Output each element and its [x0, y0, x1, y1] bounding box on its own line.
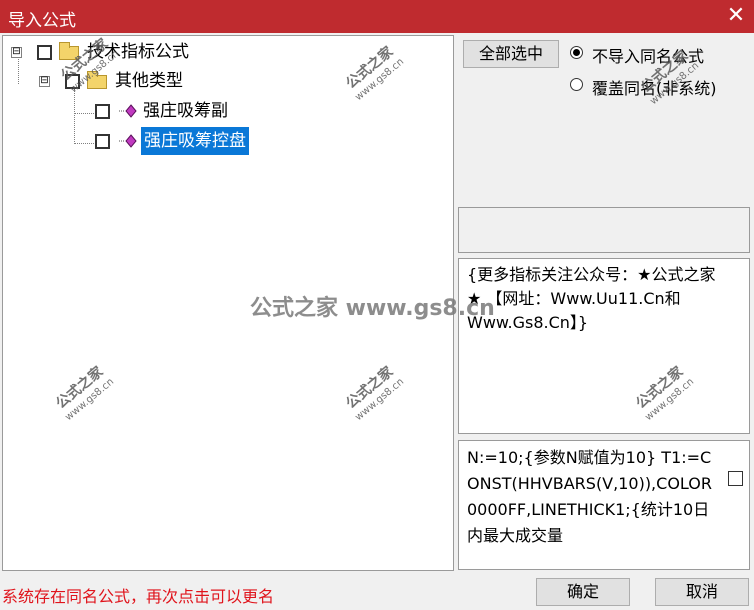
formula-code-text: N:=10;{参数N赋值为10} T1:=CONST(HHVBARS(V,10)…	[467, 448, 712, 545]
collapse-icon[interactable]: ⊟	[11, 47, 22, 58]
radio-skip-same-name-label[interactable]: 不导入同名公式	[592, 43, 704, 67]
folder-icon	[87, 71, 107, 89]
radio-skip-same-name[interactable]	[570, 46, 583, 59]
tree-node-formula[interactable]: 强庄吸筹控盘	[3, 127, 403, 155]
tree-node-formula[interactable]: 强庄吸筹副	[3, 97, 403, 125]
formula-icon	[119, 134, 137, 148]
tree-node-group-label: 其他类型	[115, 71, 183, 91]
code-option-checkbox[interactable]	[728, 471, 743, 486]
tree-node-formula-checkbox[interactable]	[95, 134, 110, 149]
formula-code-box[interactable]: N:=10;{参数N赋值为10} T1:=CONST(HHVBARS(V,10)…	[458, 440, 750, 570]
description-text: {更多指标关注公众号：★公式之家★ 【网址：Www.Uu11.Cn和Www.Gs…	[467, 265, 716, 332]
collapse-icon[interactable]: ⊟	[39, 76, 50, 87]
description-box: {更多指标关注公众号：★公式之家★ 【网址：Www.Uu11.Cn和Www.Gs…	[458, 258, 750, 434]
tree-node-formula-checkbox[interactable]	[95, 104, 110, 119]
tree-node-root-checkbox[interactable]	[37, 45, 52, 60]
window-title: 导入公式	[8, 11, 76, 31]
tree-node-group-checkbox[interactable]	[65, 74, 80, 89]
tree-node-group[interactable]: ⊟ 其他类型	[3, 67, 403, 95]
status-message: 系统存在同名公式，再次点击可以更名	[2, 587, 275, 606]
radio-overwrite-same-name-label[interactable]: 覆盖同名(非系统)	[592, 75, 717, 99]
select-all-button[interactable]: 全部选中	[463, 40, 559, 68]
tree-node-root-label: 技术指标公式	[87, 42, 189, 62]
formula-icon	[119, 104, 137, 118]
close-icon[interactable]: ✕	[724, 3, 748, 29]
tree-node-formula-label: 强庄吸筹副	[143, 101, 228, 121]
tree-node-root[interactable]: ⊟ 技术指标公式	[3, 38, 403, 66]
radio-overwrite-same-name[interactable]	[570, 78, 583, 91]
tree-node-formula-label-selected: 强庄吸筹控盘	[141, 127, 249, 155]
title-bar: 导入公式 ✕	[0, 0, 754, 33]
formula-tree[interactable]: ⊟ 技术指标公式 ⊟ 其他类型 强庄吸筹副 强庄吸筹控盘	[2, 35, 454, 571]
cancel-button[interactable]: 取消	[655, 578, 749, 606]
ok-button[interactable]: 确定	[536, 578, 630, 606]
info-field	[458, 207, 750, 253]
folder-icon	[59, 42, 79, 60]
